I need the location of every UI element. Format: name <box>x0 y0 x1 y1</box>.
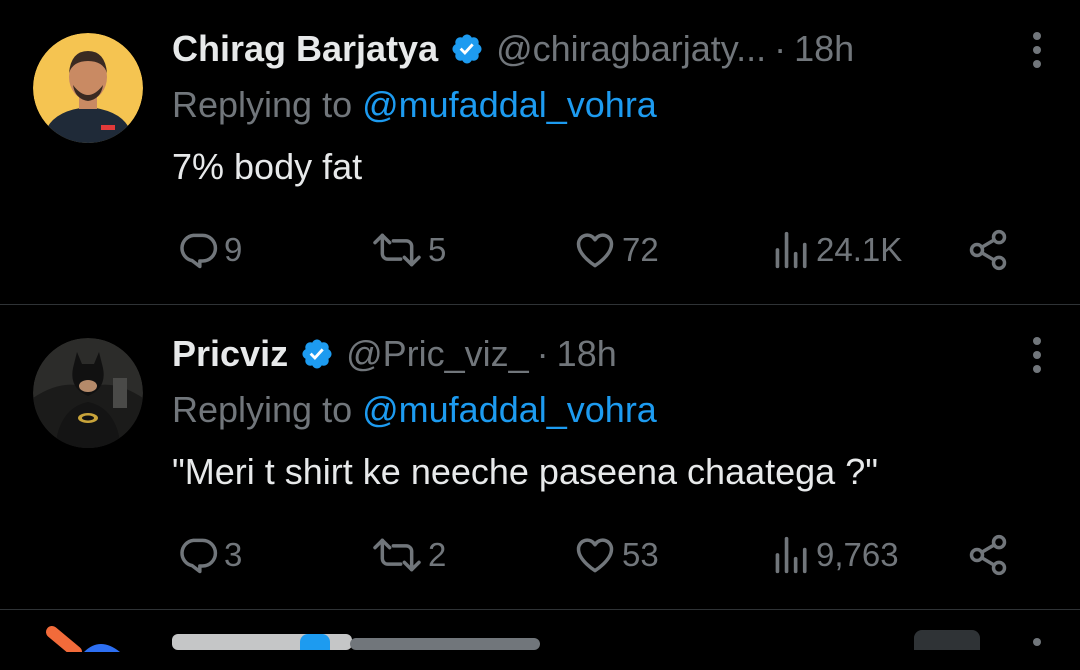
verified-badge-icon <box>300 634 330 650</box>
author-handle-partial[interactable] <box>350 638 540 650</box>
views-button[interactable]: 24.1K <box>772 225 902 275</box>
action-bar: 9 5 72 24.1K <box>0 225 1080 275</box>
mention-link[interactable]: @mufaddal_vohra <box>362 84 657 125</box>
avatar[interactable] <box>33 33 143 143</box>
tweet-3-partial[interactable] <box>0 610 1080 670</box>
view-count: 24.1K <box>816 231 903 268</box>
separator-dot: · <box>774 28 787 69</box>
share-button[interactable] <box>966 225 1010 275</box>
more-vertical-icon[interactable] <box>1032 335 1042 375</box>
retweet-button[interactable]: 2 <box>370 530 446 580</box>
tweet-1[interactable]: Chirag Barjatya @chiragbarjaty... · 18h … <box>0 0 1080 304</box>
retweet-icon <box>373 538 421 572</box>
verified-badge-icon <box>452 34 482 64</box>
tweet-header: Pricviz @Pric_viz_ · 18h <box>172 329 617 379</box>
replying-to-line: Replying to @mufaddal_vohra <box>172 389 657 431</box>
views-icon <box>775 231 807 269</box>
avatar[interactable] <box>40 622 130 652</box>
ad-badge <box>914 630 980 650</box>
retweet-count: 5 <box>428 231 447 268</box>
heart-icon <box>576 538 614 573</box>
reply-button[interactable]: 9 <box>176 225 242 275</box>
author-name[interactable]: Pricviz <box>172 333 288 375</box>
reply-count: 3 <box>224 536 243 573</box>
reply-icon <box>180 233 218 269</box>
views-button[interactable]: 9,763 <box>772 530 899 580</box>
replying-prefix: Replying to <box>172 389 363 430</box>
verified-badge-icon <box>302 339 332 369</box>
replying-prefix: Replying to <box>172 84 363 125</box>
more-vertical-icon[interactable] <box>1032 30 1042 70</box>
heart-icon <box>576 233 614 268</box>
separator-dot: · <box>536 333 549 374</box>
share-icon <box>969 229 1007 271</box>
mention-link[interactable]: @mufaddal_vohra <box>362 389 657 430</box>
retweet-icon <box>373 233 421 267</box>
tweet-header: Chirag Barjatya @chiragbarjaty... · 18h <box>172 24 854 74</box>
timestamp[interactable]: 18h <box>557 333 617 375</box>
tweet-text: "Meri t shirt ke neeche paseena chaatega… <box>172 451 878 492</box>
share-button[interactable] <box>966 530 1010 580</box>
author-name[interactable]: Chirag Barjatya <box>172 28 438 70</box>
replying-to-line: Replying to @mufaddal_vohra <box>172 84 657 126</box>
author-handle[interactable]: @Pric_viz_ <box>346 333 529 375</box>
like-button[interactable]: 53 <box>572 530 659 580</box>
more-vertical-icon[interactable] <box>1032 634 1042 650</box>
view-count: 9,763 <box>816 536 899 573</box>
avatar[interactable] <box>33 338 143 448</box>
reply-button[interactable]: 3 <box>176 530 242 580</box>
like-count: 72 <box>622 231 659 268</box>
timestamp[interactable]: 18h <box>794 28 854 70</box>
retweet-button[interactable]: 5 <box>370 225 446 275</box>
tweet-text: 7% body fat <box>172 146 363 187</box>
like-button[interactable]: 72 <box>572 225 659 275</box>
reply-count: 9 <box>224 231 243 268</box>
like-count: 53 <box>622 536 659 573</box>
share-icon <box>969 534 1007 576</box>
views-icon <box>775 536 807 574</box>
retweet-count: 2 <box>428 536 447 573</box>
author-handle[interactable]: @chiragbarjaty... <box>496 28 766 70</box>
action-bar: 3 2 53 9,763 <box>0 530 1080 580</box>
reply-icon <box>180 538 218 574</box>
tweet-2[interactable]: Pricviz @Pric_viz_ · 18h Replying to @mu… <box>0 305 1080 609</box>
